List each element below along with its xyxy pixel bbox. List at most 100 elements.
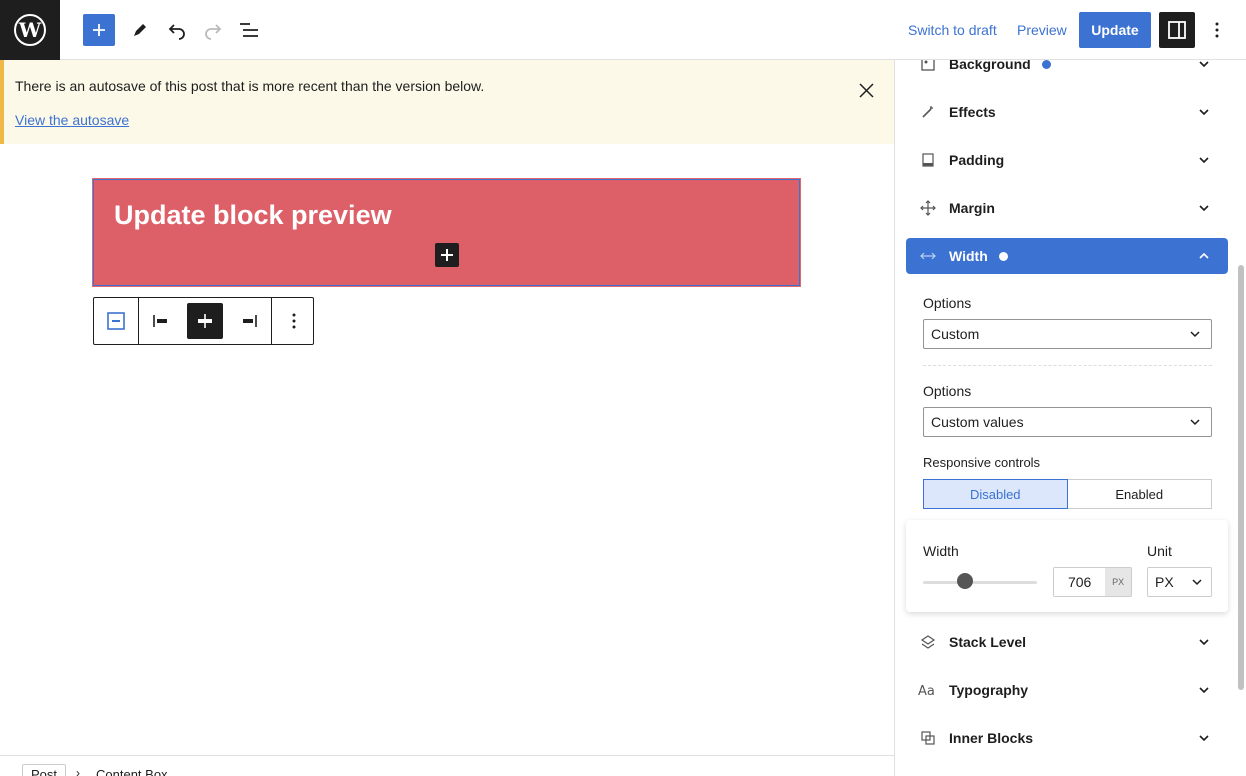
pencil-icon [134,24,146,36]
select-value: PX [1155,574,1174,590]
panel-label: Inner Blocks [949,730,1034,746]
view-autosave-link[interactable]: View the autosave [15,112,129,128]
width-number-input[interactable]: 706 PX [1053,567,1132,597]
width-label: Width [923,543,959,559]
breadcrumb-current: Content Box [96,767,168,776]
panel-label: Margin [949,200,995,216]
width-options-select[interactable]: Custom [923,319,1212,349]
chevron-down-icon [1194,150,1214,170]
dismiss-notice-button[interactable] [854,78,878,102]
block-heading[interactable]: Update block preview [114,200,392,231]
chevron-right-icon: › [76,766,80,776]
switch-to-draft-button[interactable]: Switch to draft [908,22,997,38]
arrows-horizontal-icon [916,244,940,268]
undo-button[interactable] [161,14,193,46]
plus-icon [93,24,105,36]
svg-text:Aa: Aa [918,684,935,698]
close-icon [859,83,874,98]
unit-select[interactable]: PX [1147,567,1212,597]
responsive-controls-label: Responsive controls [923,455,1041,470]
chevron-down-icon [1194,680,1214,700]
move-icon [916,196,940,220]
sidebar-scrollbar[interactable] [1238,265,1244,690]
width-slider[interactable] [923,581,1037,584]
wordpress-icon: W [14,14,46,46]
chevron-down-icon [1187,414,1203,430]
settings-sidebar: Background Effects Padding Margin Width … [894,60,1246,776]
panel-typography[interactable]: Aa Typography [906,672,1228,708]
width-slider-handle[interactable] [957,573,973,589]
magic-wand-icon [916,100,940,124]
align-right-icon [243,315,257,327]
block-type-button[interactable] [98,303,134,339]
align-right-button[interactable] [231,303,267,339]
divider [923,365,1212,366]
chevron-down-icon [1194,632,1214,652]
more-vertical-icon [292,313,296,329]
width-values-select[interactable]: Custom values [923,407,1212,437]
modified-dot [998,251,1008,261]
autosave-notice: There is an autosave of this post that i… [0,60,894,144]
options-label: Options [923,383,972,399]
preview-button[interactable]: Preview [1017,22,1067,38]
breadcrumb: Post › Content Box [0,755,894,776]
block-options-button[interactable] [276,303,312,339]
more-options-group [272,298,316,344]
chevron-down-icon [1189,574,1205,590]
block-inserter-button[interactable] [435,243,459,267]
sidebar-icon [1168,21,1186,39]
content-box-block[interactable]: Update block preview [92,178,801,287]
tools-button[interactable] [124,14,156,46]
align-center-icon [198,314,212,328]
panel-label: Padding [949,152,1005,168]
panel-label: Stack Level [949,634,1027,650]
chevron-down-icon [1194,60,1214,74]
panel-label: Background [949,60,1031,72]
panel-padding[interactable]: Padding [906,142,1228,178]
chevron-down-icon [1194,728,1214,748]
copy-icon [916,726,940,750]
editor-canvas[interactable]: Update block preview [0,144,894,755]
panel-stack-level[interactable]: Stack Level [906,624,1228,660]
update-button[interactable]: Update [1079,12,1151,48]
padding-icon [916,148,940,172]
align-center-button[interactable] [187,303,223,339]
align-left-icon [153,315,167,327]
document-overview-button[interactable] [233,14,265,46]
panel-label: Effects [949,104,996,120]
align-left-button[interactable] [143,303,179,339]
block-type-group [94,298,139,344]
select-value: Custom [931,326,980,342]
top-toolbar: W Switch to draft Preview Update [0,0,1246,60]
undo-icon [168,24,185,40]
options-label: Options [923,295,972,311]
unit-label: Unit [1147,543,1172,559]
content-box-icon [107,312,125,330]
panel-margin[interactable]: Margin [906,190,1228,226]
chevron-down-icon [1194,102,1214,122]
alignment-group [139,298,272,344]
responsive-disabled-button[interactable]: Disabled [923,479,1068,509]
add-block-button[interactable] [83,14,115,46]
plus-icon [441,249,453,261]
select-value: Custom values [931,414,1024,430]
responsive-enabled-button[interactable]: Enabled [1067,479,1212,509]
notice-text: There is an autosave of this post that i… [15,78,485,94]
wordpress-logo-button[interactable]: W [0,0,60,60]
responsive-controls-toggle: Disabled Enabled [923,479,1212,509]
redo-button[interactable] [197,14,229,46]
width-value[interactable]: 706 [1054,568,1105,596]
redo-icon [205,24,222,40]
typography-icon: Aa [916,678,940,702]
image-icon [916,60,940,76]
chevron-up-icon [1194,246,1214,266]
panel-effects[interactable]: Effects [906,94,1228,130]
breadcrumb-post[interactable]: Post [22,764,67,776]
panel-inner-blocks[interactable]: Inner Blocks [906,720,1228,756]
options-menu-button[interactable] [1205,14,1229,46]
panel-width[interactable]: Width [906,238,1228,274]
width-control-card: Width Unit 706 PX PX [906,520,1228,612]
settings-toggle-button[interactable] [1159,12,1195,48]
panel-background[interactable]: Background [906,60,1228,82]
chevron-down-icon [1187,326,1203,342]
